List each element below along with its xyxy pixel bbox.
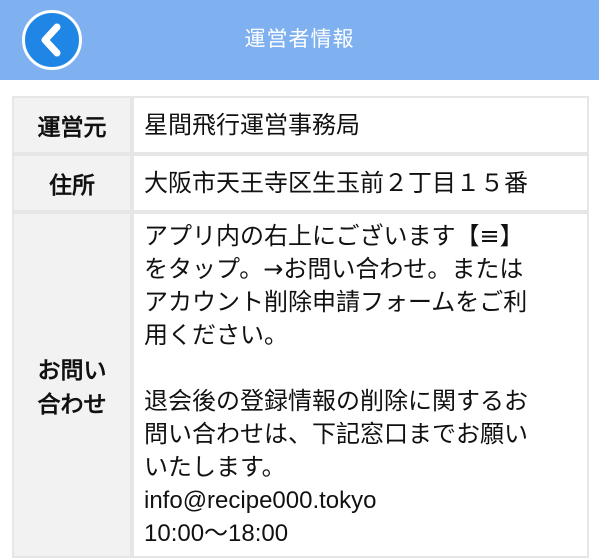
contact-line: アプリ内の右上にございます【≡】 xyxy=(144,222,524,250)
table-row: お問い 合わせ アプリ内の右上にございます【≡】 をタップ。→お問い合わせ。また… xyxy=(12,212,589,558)
contact-line: アカウント削除申請フォームをご利 xyxy=(144,288,528,316)
contact-line: いたします。 xyxy=(144,453,286,481)
contact-line: 問い合わせは、下記窓口までお願い xyxy=(144,420,528,448)
table-row: 住所 大阪市天王寺区生玉前２丁目１５番 xyxy=(12,154,589,212)
contact-value: アプリ内の右上にございます【≡】 をタップ。→お問い合わせ。または アカウント削… xyxy=(132,212,589,558)
operator-info-table: 運営元 星間飛行運営事務局 住所 大阪市天王寺区生玉前２丁目１５番 お問い 合わ… xyxy=(12,96,589,558)
contact-line: 退会後の登録情報の削除に関するお xyxy=(144,387,528,415)
contact-label-line2: 合わせ xyxy=(37,392,107,418)
contact-label-line1: お問い xyxy=(37,358,107,384)
address-value: 大阪市天王寺区生玉前２丁目１５番 xyxy=(132,154,589,212)
contact-hours: 10:00〜18:00 xyxy=(144,520,289,547)
contact-line: をタップ。→お問い合わせ。または xyxy=(144,255,524,283)
contact-line: 用ください。 xyxy=(144,321,288,349)
contact-label: お問い 合わせ xyxy=(12,212,132,558)
operator-value: 星間飛行運営事務局 xyxy=(132,96,589,154)
table-row: 運営元 星間飛行運営事務局 xyxy=(12,96,589,154)
contact-email: info@recipe000.tokyo xyxy=(144,487,377,514)
operator-label: 運営元 xyxy=(12,96,132,154)
address-label: 住所 xyxy=(12,154,132,212)
header-bar: 運営者情報 xyxy=(0,0,599,80)
page-title: 運営者情報 xyxy=(244,27,355,51)
